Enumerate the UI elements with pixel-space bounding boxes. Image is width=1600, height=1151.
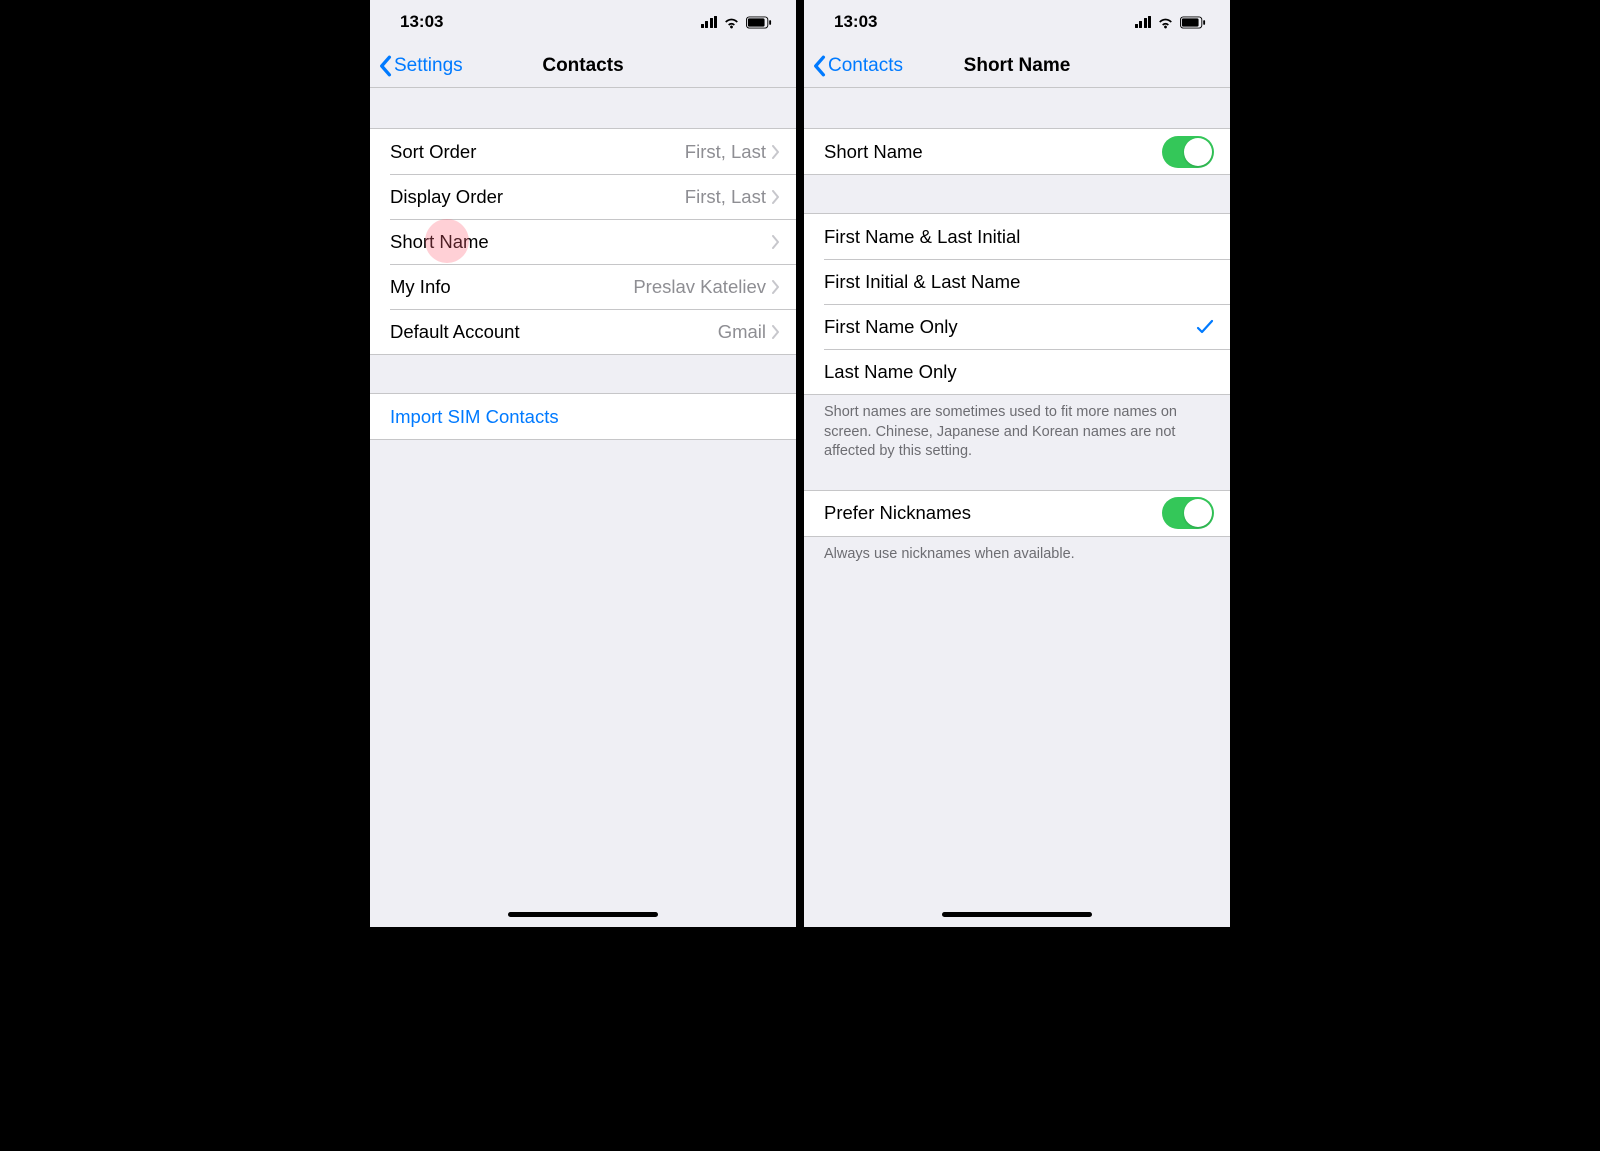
cell-value: First, Last	[685, 141, 766, 163]
prefer-nicknames-row: Prefer Nicknames	[804, 491, 1230, 536]
cell-label: Short Name	[824, 141, 923, 163]
cell-label: Prefer Nicknames	[824, 502, 971, 524]
cell-value: Preslav Kateliev	[633, 276, 766, 298]
back-label: Settings	[394, 55, 463, 77]
options-footer: Short names are sometimes used to fit mo…	[804, 395, 1230, 462]
status-time: 13:03	[834, 12, 877, 32]
short-name-toggle[interactable]	[1162, 136, 1214, 168]
import-group: Import SIM Contacts	[370, 393, 796, 440]
settings-group: Sort Order First, Last Display Order Fir…	[370, 128, 796, 355]
wifi-icon	[1157, 16, 1174, 29]
cell-value: Gmail	[718, 321, 766, 343]
cell-label: Import SIM Contacts	[390, 406, 559, 428]
nav-bar: Contacts Short Name	[804, 44, 1230, 88]
nav-bar: Settings Contacts	[370, 44, 796, 88]
cellular-icon	[701, 16, 718, 28]
prefer-nicknames-toggle[interactable]	[1162, 497, 1214, 529]
cellular-icon	[1135, 16, 1152, 28]
status-time: 13:03	[400, 12, 443, 32]
cell-label: Short Name	[390, 231, 489, 253]
sort-order-row[interactable]: Sort Order First, Last	[370, 129, 796, 174]
nickname-group: Prefer Nicknames	[804, 490, 1230, 537]
status-icons	[1135, 16, 1207, 29]
home-indicator[interactable]	[942, 912, 1092, 917]
contacts-settings-screen: 13:03 Settings Contacts Sort Order First…	[370, 0, 796, 927]
checkmark-icon	[1196, 318, 1214, 336]
cell-label: Default Account	[390, 321, 520, 343]
back-button[interactable]: Contacts	[812, 55, 903, 77]
nickname-footer: Always use nicknames when available.	[804, 537, 1230, 565]
cell-label: My Info	[390, 276, 451, 298]
option-first-name-only[interactable]: First Name Only	[804, 304, 1230, 349]
home-indicator[interactable]	[508, 912, 658, 917]
cell-label: First Name & Last Initial	[824, 226, 1020, 248]
cell-label: Sort Order	[390, 141, 476, 163]
battery-icon	[1180, 16, 1206, 29]
option-last-name-only[interactable]: Last Name Only	[804, 349, 1230, 394]
short-name-settings-screen: 13:03 Contacts Short Name Short Name Fir…	[804, 0, 1230, 927]
short-name-toggle-row: Short Name	[804, 129, 1230, 174]
short-name-toggle-group: Short Name	[804, 128, 1230, 175]
back-button[interactable]: Settings	[378, 55, 463, 77]
battery-icon	[746, 16, 772, 29]
chevron-right-icon	[772, 190, 780, 204]
short-name-row[interactable]: Short Name	[370, 219, 796, 264]
chevron-right-icon	[772, 325, 780, 339]
status-bar: 13:03	[804, 0, 1230, 44]
chevron-right-icon	[772, 280, 780, 294]
cell-label: Last Name Only	[824, 361, 957, 383]
option-first-last-initial[interactable]: First Name & Last Initial	[804, 214, 1230, 259]
chevron-right-icon	[772, 145, 780, 159]
back-label: Contacts	[828, 55, 903, 77]
cell-label: First Name Only	[824, 316, 958, 338]
my-info-row[interactable]: My Info Preslav Kateliev	[370, 264, 796, 309]
display-order-row[interactable]: Display Order First, Last	[370, 174, 796, 219]
cell-label: First Initial & Last Name	[824, 271, 1020, 293]
chevron-left-icon	[812, 55, 826, 77]
status-bar: 13:03	[370, 0, 796, 44]
short-name-options-group: First Name & Last Initial First Initial …	[804, 213, 1230, 395]
wifi-icon	[723, 16, 740, 29]
default-account-row[interactable]: Default Account Gmail	[370, 309, 796, 354]
option-first-initial-last[interactable]: First Initial & Last Name	[804, 259, 1230, 304]
chevron-right-icon	[772, 235, 780, 249]
cell-value: First, Last	[685, 186, 766, 208]
status-icons	[701, 16, 773, 29]
cell-label: Display Order	[390, 186, 503, 208]
chevron-left-icon	[378, 55, 392, 77]
import-sim-contacts-button[interactable]: Import SIM Contacts	[370, 394, 796, 439]
